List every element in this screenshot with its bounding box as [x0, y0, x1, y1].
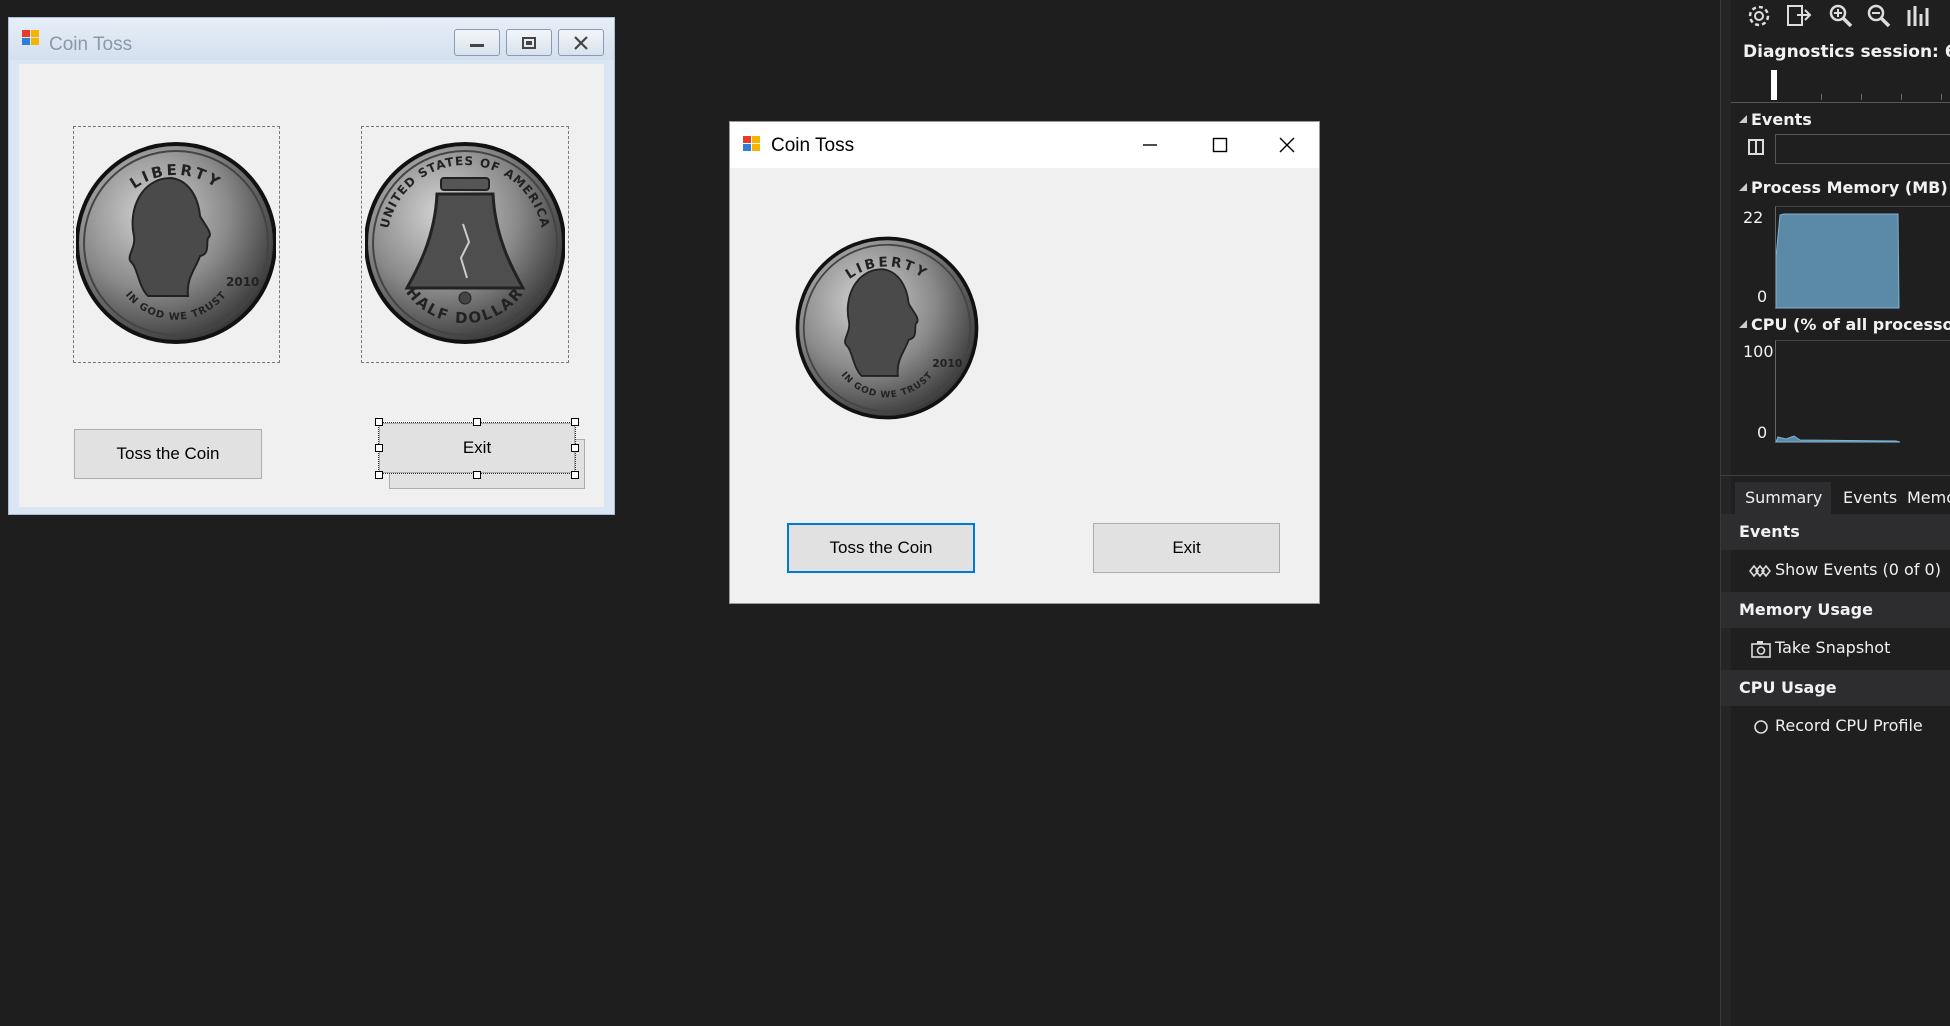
tails-picture-box[interactable]: UNITED STATES OF AMERICA HALF DOLLAR — [361, 126, 569, 363]
resize-handle[interactable] — [473, 418, 481, 426]
summary-cpu-header-label: CPU Usage — [1739, 678, 1837, 697]
maximize-button[interactable] — [506, 29, 552, 56]
reset-view-icon[interactable] — [1905, 2, 1933, 30]
running-title-bar: Coin Toss — [730, 122, 1319, 168]
events-section-title: Events — [1751, 110, 1812, 129]
zoom-in-icon[interactable] — [1827, 2, 1855, 30]
summary-events-header: Events — [1721, 514, 1950, 550]
record-cpu-profile-link[interactable]: Record CPU Profile — [1721, 708, 1950, 746]
designer-title-bar: Coin Toss — [9, 18, 614, 60]
minimize-icon — [1143, 144, 1157, 146]
app-icon — [743, 136, 761, 152]
minimize-button[interactable] — [454, 29, 500, 56]
app-icon — [22, 30, 40, 46]
toss-coin-button-label: Toss the Coin — [829, 538, 933, 557]
cpu-section-title: CPU (% of all processors) — [1751, 315, 1950, 334]
close-button[interactable] — [558, 29, 604, 56]
memory-axis-max: 22 — [1743, 208, 1764, 227]
close-icon — [1279, 137, 1295, 153]
timeline-cursor[interactable] — [1771, 70, 1777, 100]
memory-section-title: Process Memory (MB) — [1751, 178, 1948, 197]
memory-axis-min: 0 — [1757, 287, 1768, 306]
cpu-axis-min: 0 — [1757, 423, 1768, 442]
tab-summary[interactable]: Summary — [1735, 482, 1831, 514]
tab-summary-label: Summary — [1745, 488, 1823, 507]
pause-columns-icon[interactable] — [1747, 138, 1765, 156]
section-divider — [1721, 475, 1950, 476]
memory-area-series — [1775, 213, 1900, 309]
running-window: Coin Toss LIBERTY IN GOD WE TRUST 2010 T… — [729, 121, 1320, 604]
cpu-area-series — [1775, 435, 1901, 443]
summary-memory-header-label: Memory Usage — [1739, 600, 1873, 619]
minimize-button[interactable] — [1115, 122, 1185, 168]
diagnostic-tools-panel: Diagnostics session: 6 seco Events Proce… — [1720, 0, 1950, 1026]
tab-memory[interactable]: Memo — [1901, 482, 1950, 514]
summary-memory-header: Memory Usage — [1721, 592, 1950, 628]
exit-button-label: Exit — [1172, 538, 1201, 557]
resize-handle[interactable] — [375, 471, 383, 479]
toss-coin-button-label: Toss the Coin — [116, 444, 220, 463]
events-track[interactable] — [1775, 134, 1950, 164]
coin-year: 2010 — [932, 357, 963, 370]
session-label: Diagnostics session: 6 seco — [1743, 42, 1950, 62]
resize-handle[interactable] — [571, 444, 579, 452]
memory-chart[interactable] — [1775, 206, 1950, 309]
resize-handle[interactable] — [571, 471, 579, 479]
record-circle-icon — [1754, 720, 1768, 734]
designer-window: Coin Toss LIBERTY IN GOD WE TRUST 2010 U… — [8, 17, 615, 515]
zoom-out-icon[interactable] — [1865, 2, 1893, 30]
show-events-label: Show Events (0 of 0) — [1775, 560, 1941, 579]
take-snapshot-link[interactable]: Take Snapshot — [1721, 630, 1950, 668]
collapse-triangle-icon[interactable] — [1737, 181, 1749, 193]
timeline-ruler[interactable] — [1731, 68, 1950, 103]
maximize-button[interactable] — [1185, 122, 1255, 168]
summary-cpu-header: CPU Usage — [1721, 670, 1950, 706]
show-events-link[interactable]: Show Events (0 of 0) — [1721, 552, 1950, 590]
close-button[interactable] — [1255, 122, 1319, 168]
tab-events[interactable]: Events — [1833, 482, 1897, 514]
resize-handle[interactable] — [375, 418, 383, 426]
tab-events-label: Events — [1843, 488, 1898, 507]
record-cpu-profile-label: Record CPU Profile — [1775, 716, 1923, 735]
tails-coin-image: UNITED STATES OF AMERICA HALF DOLLAR — [365, 142, 565, 344]
toss-coin-button[interactable]: Toss the Coin — [74, 429, 262, 479]
resize-handle[interactable] — [571, 418, 579, 426]
close-icon — [574, 35, 588, 50]
coin-image: LIBERTY IN GOD WE TRUST 2010 — [795, 236, 979, 420]
resize-handle[interactable] — [375, 444, 383, 452]
selection-outline — [378, 422, 576, 474]
heads-coin-year: 2010 — [226, 275, 259, 289]
minimize-icon — [470, 43, 484, 47]
heads-picture-box[interactable]: LIBERTY IN GOD WE TRUST 2010 — [73, 126, 280, 363]
cpu-chart[interactable] — [1775, 340, 1950, 443]
events-diamond-icon — [1749, 564, 1771, 578]
maximize-icon — [1212, 137, 1228, 153]
maximize-icon — [522, 36, 536, 49]
running-title: Coin Toss — [771, 135, 855, 156]
heads-coin-image: LIBERTY IN GOD WE TRUST 2010 — [76, 142, 276, 344]
cpu-axis-max: 100 — [1743, 342, 1774, 361]
exit-button[interactable]: Exit — [1093, 523, 1280, 573]
designer-title: Coin Toss — [49, 34, 133, 55]
panel-splitter[interactable] — [1721, 0, 1731, 1026]
toss-coin-button[interactable]: Toss the Coin — [787, 523, 975, 573]
camera-icon — [1751, 641, 1771, 658]
collapse-triangle-icon[interactable] — [1737, 113, 1749, 125]
settings-gear-icon[interactable] — [1745, 2, 1773, 30]
resize-handle[interactable] — [473, 471, 481, 479]
tab-memory-label: Memo — [1907, 488, 1950, 507]
export-icon[interactable] — [1785, 2, 1813, 30]
summary-events-header-label: Events — [1739, 522, 1800, 541]
take-snapshot-label: Take Snapshot — [1775, 638, 1891, 657]
collapse-triangle-icon[interactable] — [1737, 318, 1749, 330]
